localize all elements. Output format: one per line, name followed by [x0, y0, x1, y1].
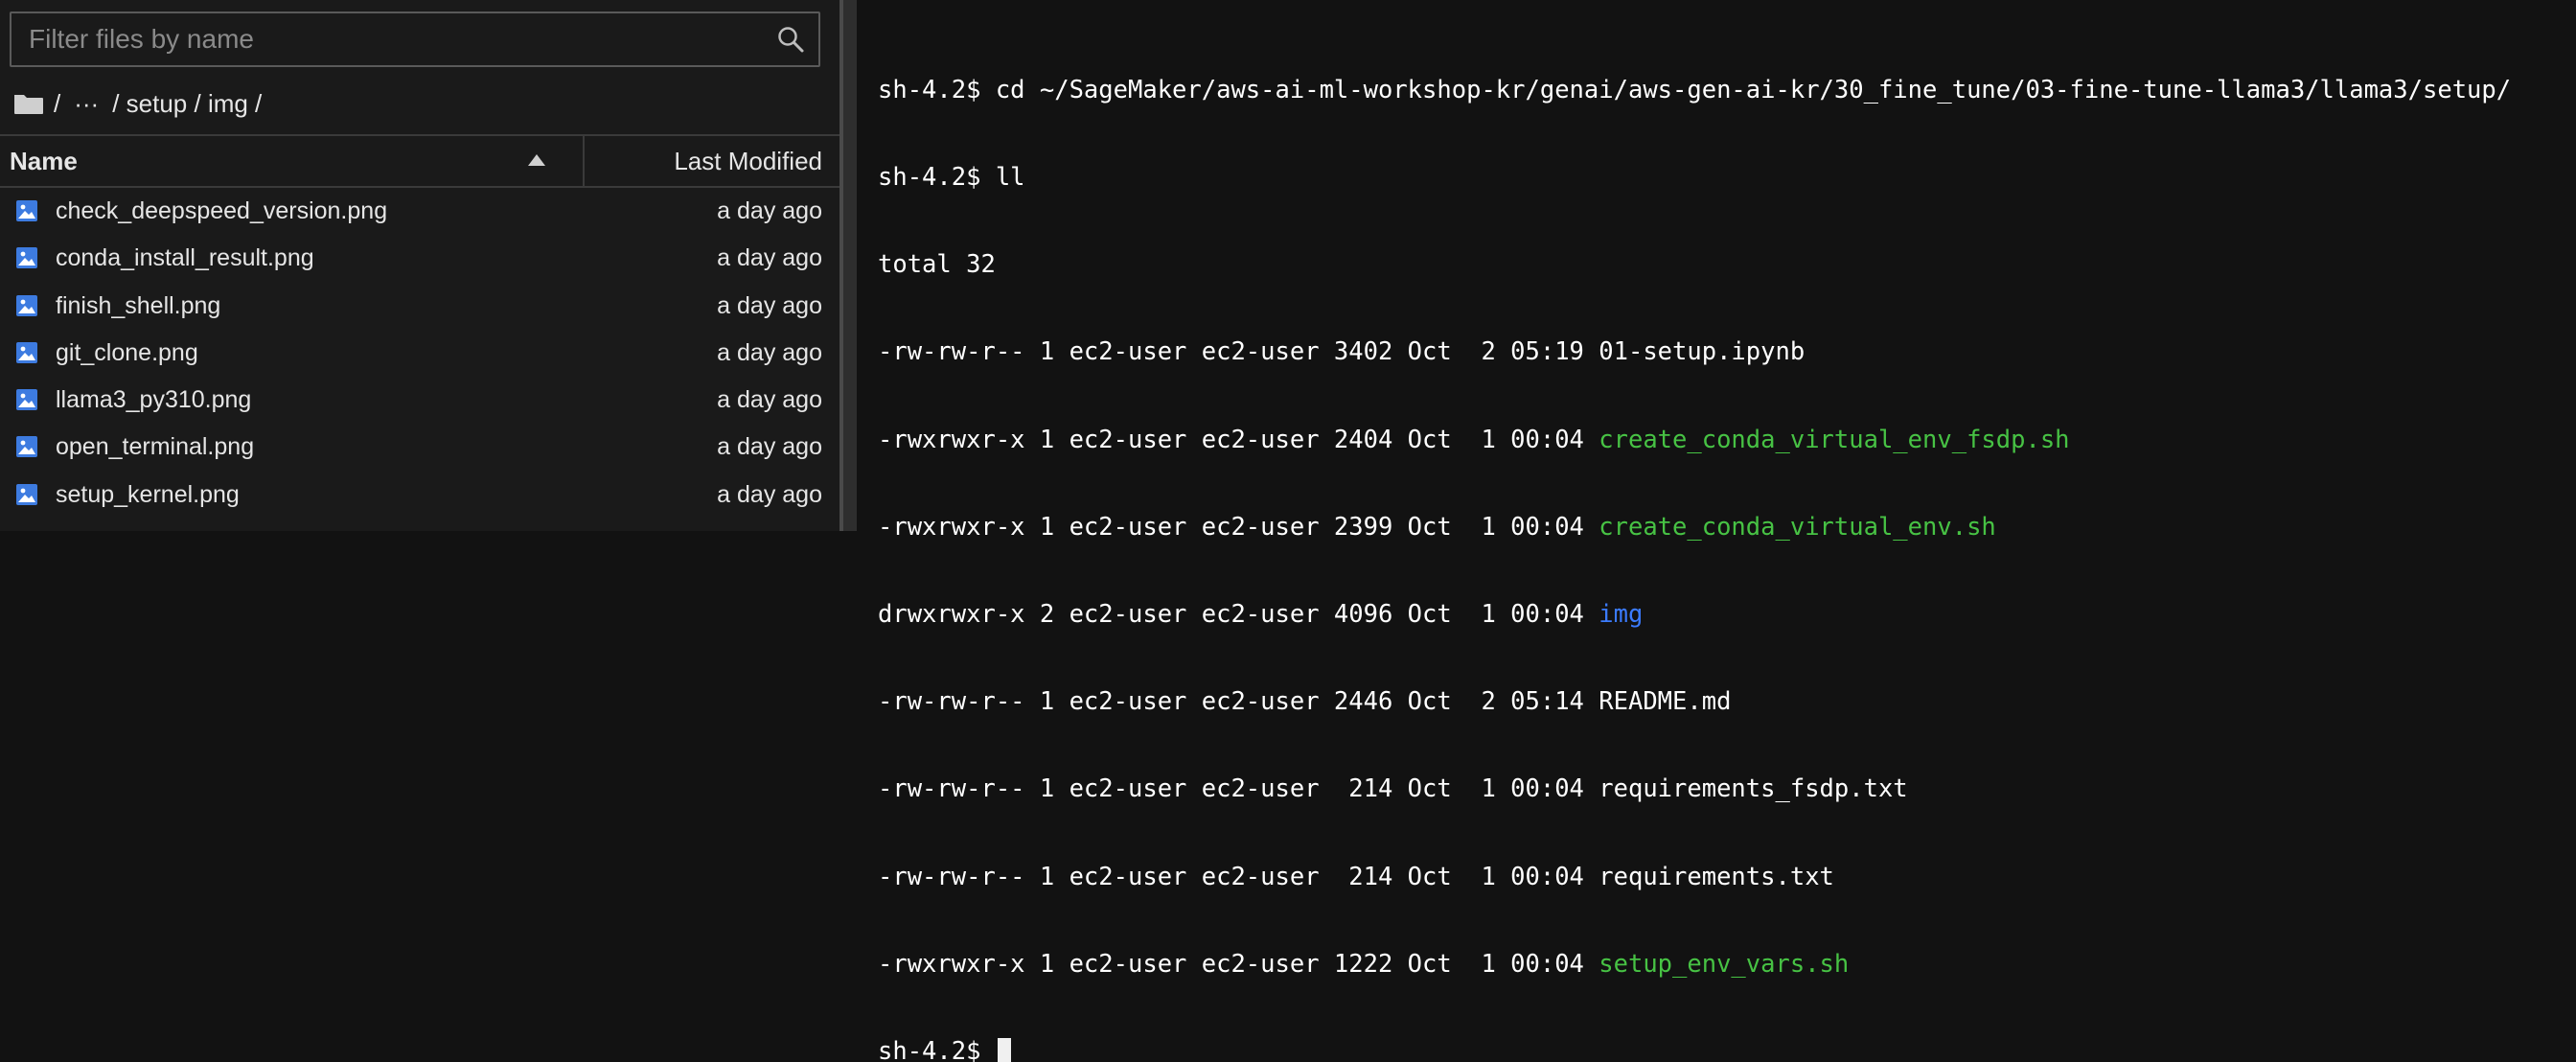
terminal-text: -rwxrwxr-x 1 ec2-user ec2-user 2399 Oct …	[878, 512, 1599, 542]
terminal-text: drwxrwxr-x 2 ec2-user ec2-user 4096 Oct …	[878, 600, 1599, 630]
terminal-text: -rwxrwxr-x 1 ec2-user ec2-user 2404 Oct …	[878, 425, 1599, 454]
breadcrumb-root[interactable]: /	[54, 89, 60, 119]
file-modified: a day ago	[717, 338, 822, 366]
file-list-item[interactable]: finish_shell.png a day ago	[0, 283, 840, 330]
image-file-icon	[16, 200, 37, 221]
file-name: open_terminal.png	[56, 433, 255, 461]
file-modified: a day ago	[717, 197, 822, 224]
terminal-text: -rw-rw-r-- 1 ec2-user ec2-user 2446 Oct …	[878, 687, 1599, 717]
file-list-item[interactable]: check_deepspeed_version.png a day ago	[0, 188, 840, 235]
file-list-item[interactable]: setup_kernel.png a day ago	[0, 472, 840, 519]
file-modified: a day ago	[717, 291, 822, 319]
terminal-text: -rwxrwxr-x 1 ec2-user ec2-user 1222 Oct …	[878, 949, 1599, 979]
terminal-line: sh-4.2$ cd ~/SageMaker/aws-ai-ml-worksho…	[878, 76, 2576, 104]
file-list-item[interactable]: conda_install_result.png a day ago	[0, 235, 840, 282]
terminal-text: -rw-rw-r-- 1 ec2-user ec2-user 214 Oct 1…	[878, 774, 1599, 804]
filter-files-box[interactable]	[10, 12, 820, 67]
breadcrumb: / ··· / setup / img /	[13, 84, 275, 123]
file-browser-panel: / ··· / setup / img / Name Last Modified…	[0, 0, 840, 531]
terminal-filename: requirements.txt	[1598, 862, 1834, 891]
sort-ascending-icon[interactable]	[527, 153, 546, 167]
file-list-item[interactable]: llama3_py310.png a day ago	[0, 377, 840, 424]
file-name: setup_kernel.png	[56, 480, 240, 508]
terminal-filename-executable: create_conda_virtual_env_fsdp.sh	[1598, 425, 2070, 454]
column-divider[interactable]	[583, 136, 585, 186]
file-name: conda_install_result.png	[56, 244, 314, 272]
terminal-filename: 01-setup.ipynb	[1598, 337, 1806, 367]
terminal[interactable]: sh-4.2$ cd ~/SageMaker/aws-ai-ml-worksho…	[857, 0, 2576, 1062]
file-list-header: Name Last Modified	[0, 134, 840, 188]
terminal-text: sh-4.2$ cd ~/SageMaker/aws-ai-ml-worksho…	[878, 75, 2512, 104]
file-name: finish_shell.png	[56, 291, 221, 319]
terminal-text: sh-4.2$ ll	[878, 163, 1025, 193]
terminal-directory-name: img	[1598, 600, 1644, 630]
terminal-text: -rw-rw-r-- 1 ec2-user ec2-user 3402 Oct …	[878, 337, 1599, 367]
file-name: git_clone.png	[56, 338, 198, 366]
file-modified: a day ago	[717, 244, 822, 272]
panel-resize-handle[interactable]	[840, 0, 857, 531]
terminal-line: -rwxrwxr-x 1 ec2-user ec2-user 2399 Oct …	[878, 513, 2576, 542]
filter-files-input[interactable]	[12, 13, 740, 65]
terminal-line: -rwxrwxr-x 1 ec2-user ec2-user 2404 Oct …	[878, 426, 2576, 454]
file-name: check_deepspeed_version.png	[56, 197, 388, 224]
terminal-prompt-line[interactable]: sh-4.2$	[878, 1037, 2576, 1062]
folder-icon[interactable]	[13, 92, 44, 115]
column-header-name[interactable]: Name	[10, 136, 78, 186]
terminal-line: sh-4.2$ ll	[878, 163, 2576, 192]
terminal-line: drwxrwxr-x 2 ec2-user ec2-user 4096 Oct …	[878, 600, 2576, 629]
file-modified: a day ago	[717, 480, 822, 508]
terminal-filename-executable: create_conda_virtual_env.sh	[1598, 512, 1996, 542]
search-icon[interactable]	[776, 25, 805, 54]
file-list-item[interactable]: open_terminal.png a day ago	[0, 424, 840, 471]
app-window: / ··· / setup / img / Name Last Modified…	[0, 0, 2576, 1062]
image-file-icon	[16, 341, 37, 363]
breadcrumb-path[interactable]: / setup / img /	[112, 89, 262, 119]
terminal-text: total 32	[878, 250, 996, 280]
terminal-line: -rw-rw-r-- 1 ec2-user ec2-user 3402 Oct …	[878, 337, 2576, 366]
image-file-icon	[16, 483, 37, 505]
image-file-icon	[16, 294, 37, 316]
terminal-text: -rw-rw-r-- 1 ec2-user ec2-user 214 Oct 1…	[878, 862, 1599, 891]
terminal-prompt: sh-4.2$	[878, 1037, 996, 1062]
file-modified: a day ago	[717, 386, 822, 414]
terminal-cursor	[997, 1038, 1011, 1062]
file-list-item[interactable]: git_clone.png a day ago	[0, 330, 840, 377]
terminal-line: total 32	[878, 250, 2576, 279]
image-file-icon	[16, 247, 37, 269]
file-modified: a day ago	[717, 433, 822, 461]
image-file-icon	[16, 389, 37, 411]
terminal-line: -rw-rw-r-- 1 ec2-user ec2-user 214 Oct 1…	[878, 774, 2576, 803]
column-header-last-modified[interactable]: Last Modified	[674, 136, 822, 186]
image-file-icon	[16, 436, 37, 458]
terminal-line: -rwxrwxr-x 1 ec2-user ec2-user 1222 Oct …	[878, 950, 2576, 979]
terminal-line: -rw-rw-r-- 1 ec2-user ec2-user 2446 Oct …	[878, 687, 2576, 716]
file-list: check_deepspeed_version.png a day ago co…	[0, 188, 840, 519]
terminal-filename: requirements_fsdp.txt	[1598, 774, 1908, 804]
terminal-filename-executable: setup_env_vars.sh	[1598, 949, 1850, 979]
file-name: llama3_py310.png	[56, 386, 252, 414]
terminal-line: -rw-rw-r-- 1 ec2-user ec2-user 214 Oct 1…	[878, 863, 2576, 891]
breadcrumb-ellipsis[interactable]: ···	[74, 89, 99, 119]
terminal-filename: README.md	[1598, 687, 1732, 717]
